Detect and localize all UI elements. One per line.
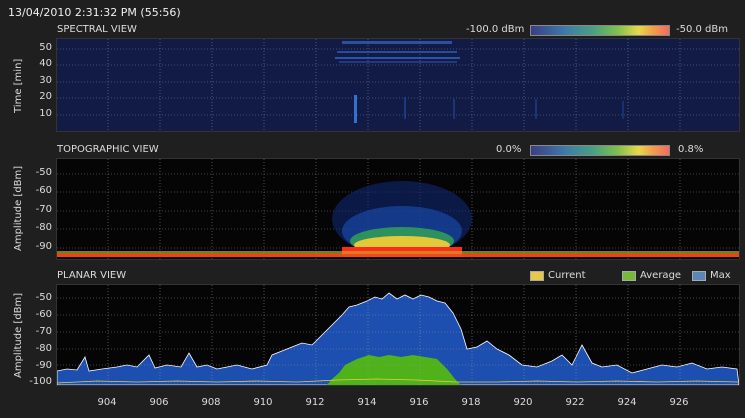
- spectral-scale-max: -50.0 dBm: [676, 24, 729, 35]
- spectral-colorbar: [530, 25, 670, 36]
- spectral-ytick: 40: [39, 58, 52, 69]
- topographic-plot[interactable]: [56, 158, 740, 260]
- x-tick: 910: [253, 397, 273, 408]
- planar-ytick: -60: [35, 309, 52, 320]
- x-tick: 918: [461, 397, 481, 408]
- x-tick: 912: [305, 397, 325, 408]
- topographic-ytick: -50: [35, 167, 52, 178]
- spectral-view-title: SPECTRAL VIEW: [57, 24, 137, 35]
- spectral-plot[interactable]: [56, 38, 740, 132]
- topographic-colorbar: [530, 145, 670, 156]
- planar-ytick: -50: [35, 292, 52, 303]
- x-tick: 926: [669, 397, 689, 408]
- legend-average-swatch: [622, 270, 636, 281]
- topographic-ytick: -80: [35, 222, 52, 233]
- spectral-ylabel: Time [min]: [13, 58, 24, 113]
- legend-max[interactable]: Max: [692, 270, 731, 281]
- planar-ylabel: Amplitude [dBm]: [13, 292, 24, 378]
- spectral-scale-min: -100.0 dBm: [466, 24, 525, 35]
- topographic-ytick: -70: [35, 204, 52, 215]
- topographic-view-title: TOPOGRAPHIC VIEW: [57, 144, 159, 155]
- legend-current-label: Current: [548, 270, 586, 281]
- legend-max-swatch: [692, 270, 706, 281]
- topographic-scale-max: 0.8%: [678, 144, 704, 155]
- x-tick: 904: [97, 397, 117, 408]
- spectral-ytick: 30: [39, 75, 52, 86]
- planar-plot[interactable]: [56, 284, 740, 386]
- planar-view-title: PLANAR VIEW: [57, 270, 127, 281]
- topographic-scale-min: 0.0%: [496, 144, 522, 155]
- legend-average[interactable]: Average: [622, 270, 681, 281]
- x-tick: 924: [617, 397, 637, 408]
- topographic-ytick: -60: [35, 185, 52, 196]
- planar-ytick: -100: [29, 376, 52, 387]
- spectral-ytick: 20: [39, 91, 52, 102]
- planar-ytick: -70: [35, 326, 52, 337]
- legend-current[interactable]: Current: [530, 270, 586, 281]
- spectral-ytick: 50: [39, 42, 52, 53]
- planar-ytick: -80: [35, 343, 52, 354]
- x-tick: 906: [149, 397, 169, 408]
- timestamp-label: 13/04/2010 2:31:32 PM (55:56): [8, 6, 181, 19]
- topographic-ylabel: Amplitude [dBm]: [13, 165, 24, 251]
- x-tick: 914: [357, 397, 377, 408]
- topographic-ytick: -90: [35, 241, 52, 252]
- x-tick: 908: [201, 397, 221, 408]
- legend-max-label: Max: [710, 270, 731, 281]
- spectral-ytick: 10: [39, 108, 52, 119]
- legend-current-swatch: [530, 270, 544, 281]
- x-tick: 920: [513, 397, 533, 408]
- x-tick: 922: [565, 397, 585, 408]
- legend-average-label: Average: [640, 270, 682, 281]
- planar-ytick: -90: [35, 360, 52, 371]
- x-tick: 916: [409, 397, 429, 408]
